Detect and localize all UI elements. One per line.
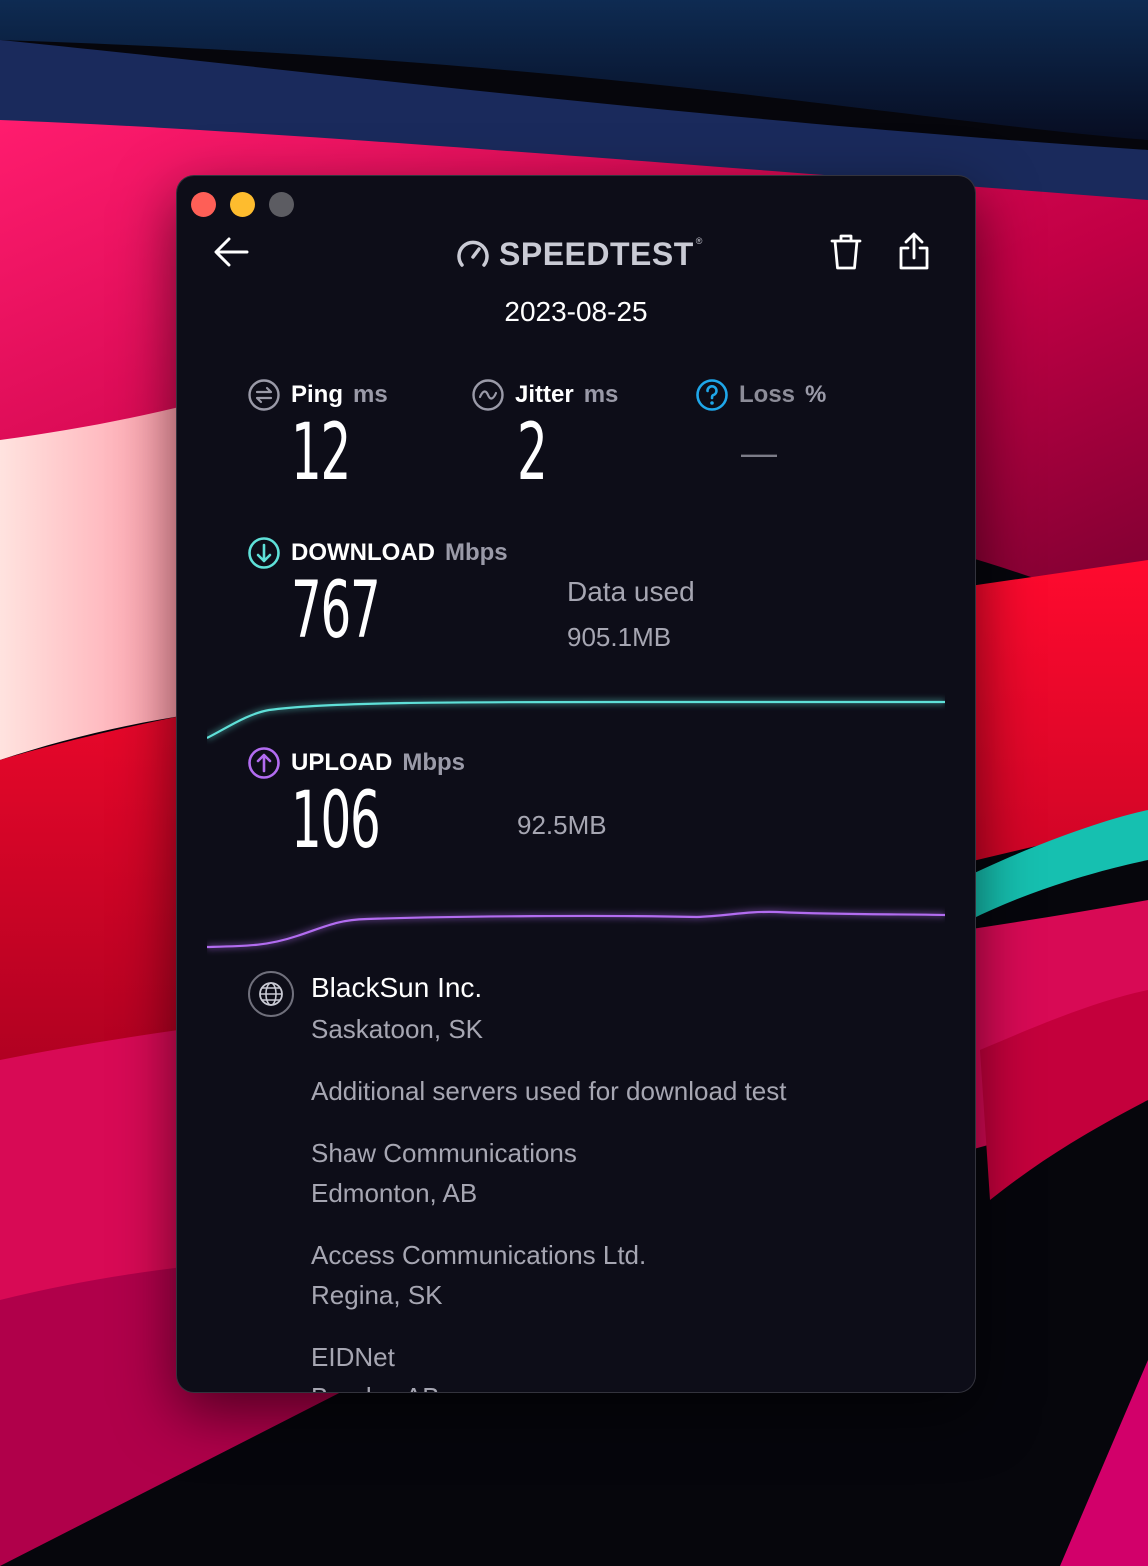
share-icon[interactable] — [895, 230, 933, 272]
ping-icon — [248, 379, 280, 411]
additional-server-location: Edmonton, AB — [311, 1178, 478, 1208]
loss-value: — — [741, 432, 777, 473]
zoom-window-button[interactable] — [269, 192, 294, 217]
test-date: 2023-08-25 — [504, 296, 648, 327]
trademark: ® — [695, 236, 703, 246]
data-used-label: Data used — [567, 576, 695, 607]
upload-name: UPLOAD — [291, 749, 393, 776]
ping-name: Ping — [291, 381, 343, 408]
download-data-used: 905.1MB — [567, 622, 672, 652]
additional-server-location: Regina, SK — [311, 1280, 443, 1310]
jitter-icon — [472, 379, 504, 411]
window-controls — [191, 192, 294, 217]
upload-label: UPLOAD Mbps — [247, 746, 465, 780]
download-label: DOWNLOAD Mbps — [247, 536, 508, 570]
jitter-label: Jitter ms — [471, 378, 618, 412]
additional-server-name: EIDNet — [311, 1342, 395, 1372]
upload-data-used: 92.5MB — [517, 810, 607, 840]
speedometer-icon — [457, 240, 489, 267]
additional-servers-heading: Additional servers used for download tes… — [311, 1076, 787, 1106]
server-name: BlackSun Inc. — [311, 972, 483, 1003]
download-value: 767 — [291, 566, 381, 656]
ping-unit: ms — [353, 381, 388, 408]
back-arrow-icon[interactable] — [211, 232, 251, 272]
upload-unit: Mbps — [402, 749, 466, 776]
globe-icon — [248, 971, 294, 1017]
jitter-name: Jitter — [515, 381, 574, 408]
speedtest-window: SPEEDTEST ® 2023-08-25 Ping ms 12 Jitter… — [176, 175, 976, 1393]
ping-label: Ping ms — [247, 378, 388, 412]
loss-label[interactable]: Loss % — [695, 378, 826, 412]
upload-arrow-icon — [248, 747, 280, 779]
minimize-window-button[interactable] — [230, 192, 255, 217]
server-location: Saskatoon, SK — [311, 1014, 483, 1044]
additional-server-name: Shaw Communications — [311, 1138, 577, 1168]
additional-server-location: Brooks, AB — [311, 1382, 440, 1392]
loss-unit: % — [805, 381, 827, 408]
speedtest-logo: SPEEDTEST ® — [455, 232, 702, 276]
ping-value: 12 — [291, 408, 351, 498]
download-unit: Mbps — [444, 539, 508, 566]
loss-name: Loss — [739, 381, 796, 408]
upload-value: 106 — [291, 776, 381, 866]
jitter-unit: ms — [583, 381, 619, 408]
download-arrow-icon — [248, 537, 280, 569]
help-circle-icon[interactable] — [695, 378, 729, 412]
download-speed-graph — [207, 698, 945, 741]
jitter-value: 2 — [517, 408, 548, 498]
close-window-button[interactable] — [191, 192, 216, 217]
upload-speed-graph — [207, 908, 945, 950]
additional-server-name: Access Communications Ltd. — [311, 1240, 647, 1270]
trash-icon[interactable] — [827, 232, 865, 272]
download-name: DOWNLOAD — [291, 539, 435, 566]
app-title: SPEEDTEST — [499, 235, 694, 272]
